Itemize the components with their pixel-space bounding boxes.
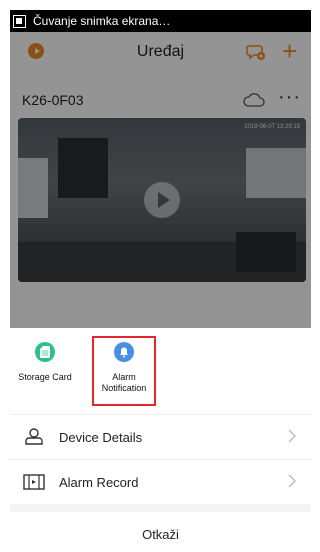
storage-card-label: Storage Card <box>18 372 72 382</box>
alarm-record-label: Alarm Record <box>59 474 139 490</box>
device-details-label: Device Details <box>59 429 143 445</box>
chevron-right-icon <box>288 474 296 488</box>
highlight-box <box>92 336 156 406</box>
alarm-record-item[interactable]: Alarm Record <box>10 459 311 504</box>
bottom-sheet: Storage Card Alarm Notification Device D… <box>10 328 311 552</box>
storage-card-button[interactable]: Storage Card <box>10 342 80 383</box>
chevron-right-icon <box>288 429 296 443</box>
device-details-icon <box>25 428 43 445</box>
device-details-item[interactable]: Device Details <box>10 414 311 459</box>
sd-card-icon <box>35 342 55 362</box>
cancel-button[interactable]: Otkaži <box>10 512 311 552</box>
status-bar: Čuvanje snimka ekrana… <box>10 10 311 32</box>
screenshot-icon <box>13 14 26 28</box>
alarm-record-icon <box>23 474 45 490</box>
app-screen: Uređaj + K26-0F03 ··· 2019-06-07 13:29:1… <box>10 32 311 552</box>
sheet-list: Device Details Alarm Record Otkaži <box>10 414 311 552</box>
sheet-divider <box>10 504 311 512</box>
status-notification-text: Čuvanje snimka ekrana… <box>33 14 171 28</box>
